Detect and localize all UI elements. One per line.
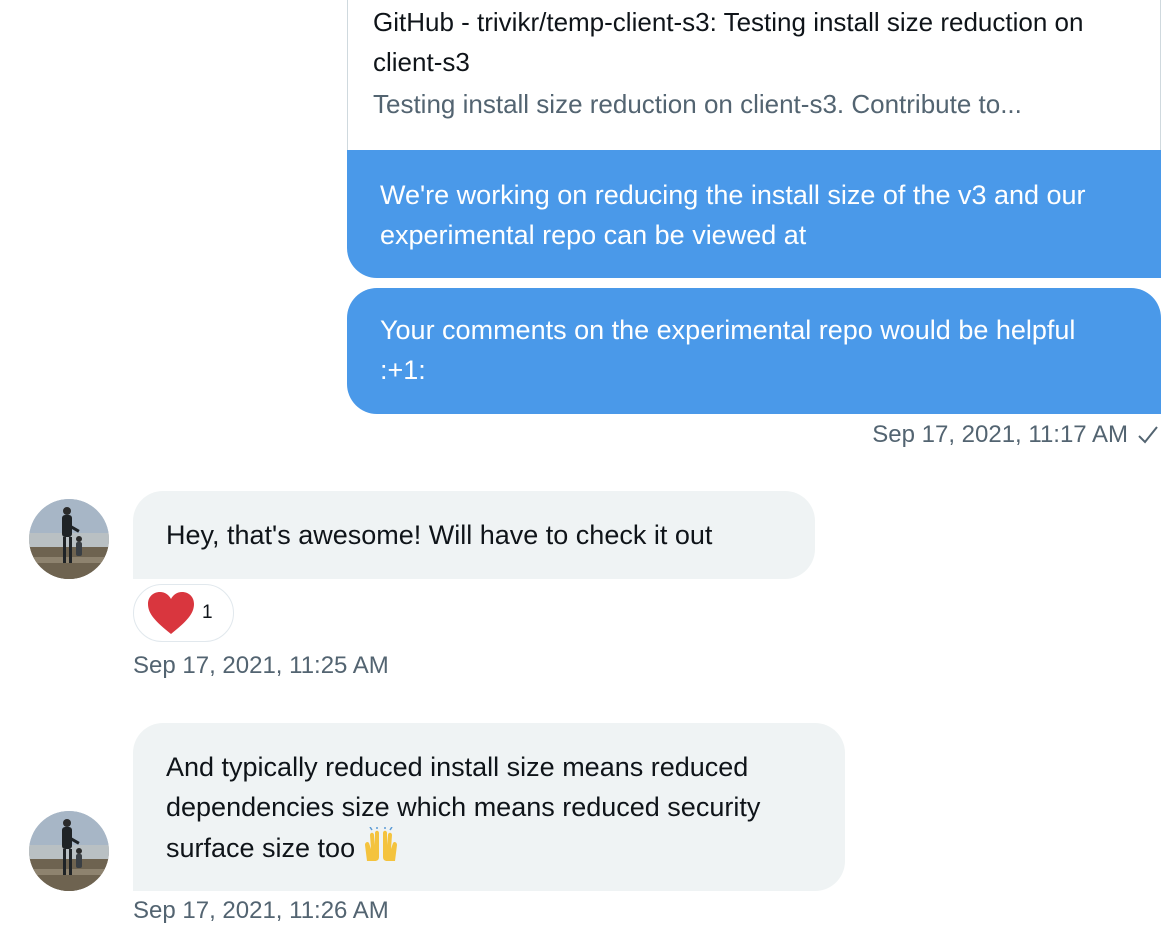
message-text: And typically reduced install size means… xyxy=(166,752,761,863)
received-message-bubble[interactable]: Hey, that's awesome! Will have to check … xyxy=(133,491,815,579)
check-icon xyxy=(1136,423,1160,447)
sent-timestamp-row: Sep 17, 2021, 11:17 AM xyxy=(872,420,1160,450)
avatar[interactable] xyxy=(29,499,109,579)
raising-hands-icon xyxy=(361,826,401,863)
sent-message-bubble[interactable]: Your comments on the experimental repo w… xyxy=(347,288,1161,414)
sent-message-bubble[interactable]: We're working on reducing the install si… xyxy=(347,150,1161,278)
sent-timestamp: Sep 17, 2021, 11:17 AM xyxy=(872,421,1128,448)
received-message-bubble[interactable]: And typically reduced install size means… xyxy=(133,723,845,891)
link-preview-card[interactable]: GitHub - trivikr/temp-client-s3: Testing… xyxy=(347,0,1161,151)
reaction-pill[interactable]: 1 xyxy=(133,584,234,642)
received-timestamp: Sep 17, 2021, 11:25 AM xyxy=(133,652,389,679)
link-preview-title: GitHub - trivikr/temp-client-s3: Testing… xyxy=(373,7,1084,77)
received-timestamp: Sep 17, 2021, 11:26 AM xyxy=(133,897,389,924)
link-preview-description: Testing install size reduction on client… xyxy=(373,89,1022,119)
avatar[interactable] xyxy=(29,811,109,891)
dm-conversation: GitHub - trivikr/temp-client-s3: Testing… xyxy=(0,0,1174,929)
heart-icon xyxy=(146,590,196,636)
reaction-count: 1 xyxy=(202,602,213,623)
